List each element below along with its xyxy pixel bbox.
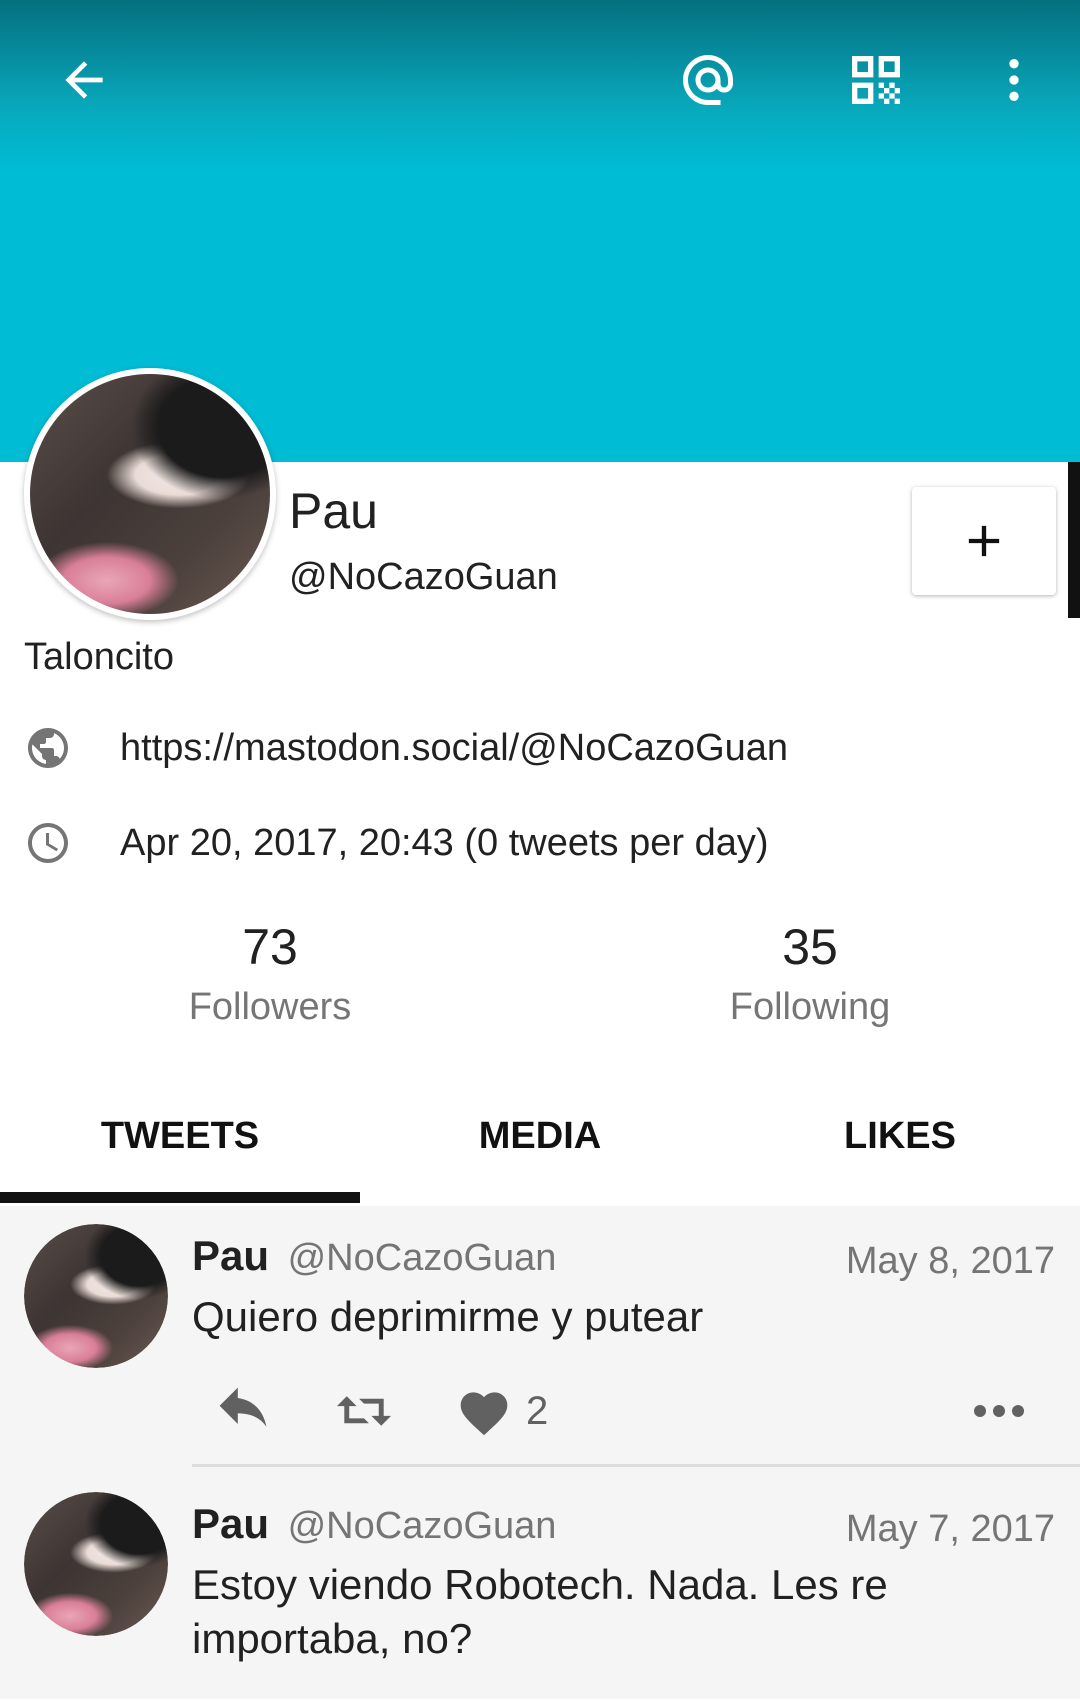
avatar-image [24,1224,168,1368]
at-sign-icon [683,55,733,105]
arrow-left-icon [65,61,103,99]
tab-tweets[interactable]: TWEETS [0,1072,360,1200]
retweet-button[interactable] [332,1376,396,1446]
profile-tabs: TWEETS MEDIA LIKES [0,1072,1080,1206]
globe-icon [24,724,72,772]
tweet-avatar[interactable] [24,1224,168,1368]
tab-likes[interactable]: LIKES [720,1072,1080,1200]
followers-count: 73 [242,919,298,975]
tweet-author-handle: @NoCazoGuan [287,1237,557,1279]
tweet-date: May 8, 2017 [845,1240,1055,1282]
tweet-item[interactable]: Pau @NoCazoGuan May 7, 2017 Estoy viendo… [0,1492,1080,1702]
profile-joined-row: Apr 20, 2017, 20:43 (0 tweets per day) [24,819,769,867]
like-button[interactable]: 2 [456,1376,548,1446]
avatar-image [24,1492,168,1636]
followers-label: Followers [188,986,352,1028]
following-count: 35 [782,919,838,975]
like-count: 2 [526,1388,549,1433]
clock-icon [24,819,72,867]
tweet-actions: 2 [192,1376,1056,1446]
tweet-item[interactable]: Pau @NoCazoGuan May 8, 2017 Quiero depri… [0,1224,1080,1474]
reply-icon [219,1387,267,1427]
heart-icon [460,1392,508,1436]
following-label: Following [729,986,891,1028]
profile-name: Pau [289,483,378,539]
tweet-header: Pau @NoCazoGuan [192,1232,556,1280]
tweet-author-handle: @NoCazoGuan [287,1505,557,1547]
retweet-icon [336,1396,392,1426]
back-button[interactable] [44,40,124,120]
more-vertical-icon [1009,59,1019,101]
tweet-avatar[interactable] [24,1492,168,1636]
tweet-text: Estoy viendo Robotech. Nada. Les re impo… [192,1561,888,1662]
profile-joined-date: Apr 20, 2017, 20:43 (0 tweets per day) [120,821,769,864]
scroll-indicator [1068,462,1080,618]
tweet-author-name: Pau [192,1500,270,1547]
plus-icon [968,525,1000,557]
following-stat[interactable]: 35 Following [660,918,960,1029]
profile-avatar[interactable] [24,368,276,620]
reply-button[interactable] [210,1376,276,1446]
mention-button[interactable] [668,40,748,120]
tab-indicator [0,1192,360,1203]
tweet-author-name: Pau [192,1232,270,1279]
tweet-date: May 7, 2017 [845,1508,1055,1550]
follow-button[interactable] [912,487,1056,595]
profile-handle: @NoCazoGuan [289,556,558,598]
overflow-menu-button[interactable] [974,40,1054,120]
profile-url-link[interactable]: https://mastodon.social/@NoCazoGuan [120,727,788,770]
tweet-text: Quiero deprimirme y putear [192,1293,704,1340]
tab-media[interactable]: MEDIA [360,1072,720,1200]
more-horizontal-icon [974,1405,1024,1417]
tweet-more-button[interactable] [972,1376,1026,1446]
qr-code-button[interactable] [836,40,916,120]
avatar-image [30,374,270,614]
followers-stat[interactable]: 73 Followers [120,918,420,1029]
tweet-feed: Pau @NoCazoGuan May 8, 2017 Quiero depri… [0,1206,1080,1699]
profile-url-row[interactable]: https://mastodon.social/@NoCazoGuan [24,724,788,772]
qr-code-icon [852,56,900,104]
tweet-header: Pau @NoCazoGuan [192,1500,556,1548]
profile-bio: Taloncito [24,636,174,678]
tweet-divider [192,1464,1080,1467]
